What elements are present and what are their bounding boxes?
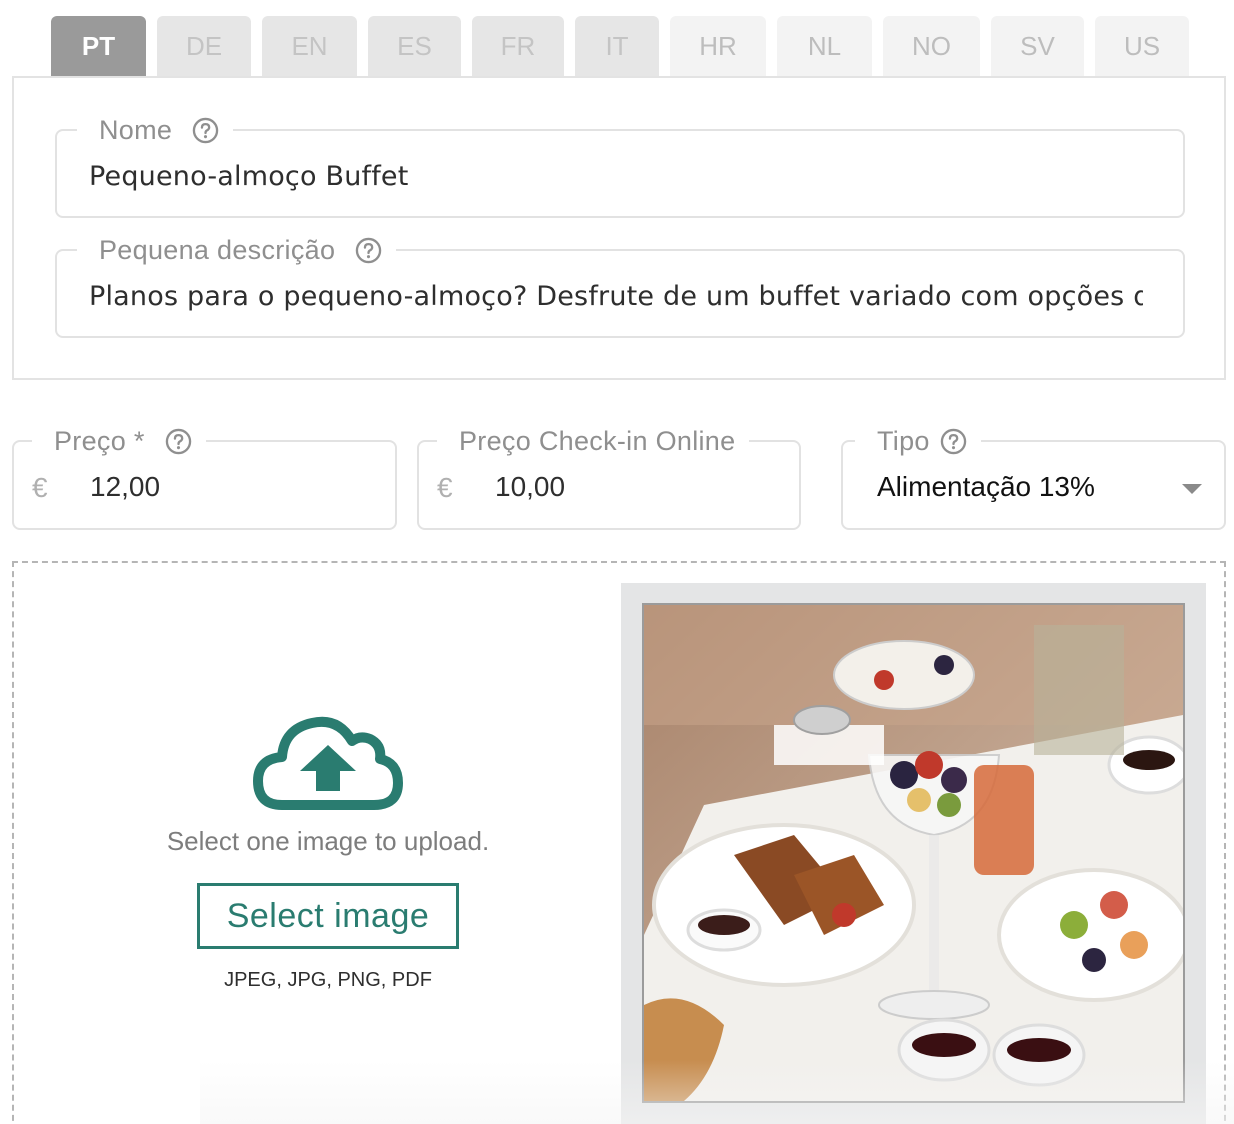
price-field[interactable]: Preço * € 12,00 [12,423,397,530]
checkin-price-label: Preço Check-in Online [437,423,750,459]
help-icon[interactable] [355,237,382,264]
tab-no[interactable]: NO [883,16,980,76]
select-image-button[interactable]: Select image [197,883,459,949]
tab-fr[interactable]: FR [472,16,564,76]
checkin-price-label-text: Preço Check-in Online [459,425,736,456]
image-upload-dropzone[interactable]: Select one image to upload. Select image… [12,561,1226,1124]
tab-sv[interactable]: SV [991,16,1084,76]
description-label-text: Pequena descrição [99,234,336,265]
price-label: Preço * [32,423,206,459]
name-field[interactable]: Nome Pequeno-almoço Buffet [55,112,1185,218]
help-icon[interactable] [192,117,219,144]
type-selected-value: Alimentação 13% [877,471,1095,502]
breakfast-photo [644,605,1183,1101]
description-label: Pequena descrição [77,232,397,268]
tab-it[interactable]: IT [575,16,659,76]
tab-label: NL [807,30,842,61]
price-label-text: Preço * [54,425,145,456]
language-tabs: PT DE EN ES FR IT HR NL NO SV US [51,16,1200,76]
name-label: Nome [77,112,234,148]
checkin-price-input[interactable]: 10,00 [495,471,565,503]
tab-label: US [1123,30,1161,61]
tab-en[interactable]: EN [262,16,357,76]
euro-icon: € [437,472,453,503]
tab-label: HR [699,30,737,61]
help-icon[interactable] [940,428,967,455]
name-label-text: Nome [99,114,173,145]
type-label-text: Tipo [877,425,930,456]
tab-label: DE [185,30,223,61]
type-select[interactable]: Tipo Alimentação 13% [841,423,1226,530]
checkin-price-field[interactable]: Preço Check-in Online € 10,00 [417,423,801,530]
tab-label: EN [291,30,328,61]
tab-label: IT [605,30,629,61]
translation-panel: Nome Pequeno-almoço Buffet Pequena descr… [12,76,1226,380]
tab-de[interactable]: DE [157,16,251,76]
type-label: Tipo [855,423,981,459]
accepted-formats: JPEG, JPG, PNG, PDF [224,969,432,991]
image-preview-frame [621,583,1206,1124]
name-input[interactable]: Pequeno-almoço Buffet [89,161,1143,192]
help-icon[interactable] [165,428,192,455]
upload-instruction: Select one image to upload. [166,826,490,856]
euro-icon: € [32,472,48,503]
tab-label: PT [81,30,116,61]
price-input[interactable]: 12,00 [90,471,160,503]
tab-es[interactable]: ES [368,16,461,76]
tab-hr[interactable]: HR [670,16,766,76]
description-field[interactable]: Pequena descrição Planos para o pequeno-… [55,232,1185,338]
description-input[interactable]: Planos para o pequeno-almoço? Desfrute d… [89,281,1143,312]
image-preview[interactable] [642,603,1185,1103]
tab-us[interactable]: US [1095,16,1189,76]
tab-label: SV [1020,30,1055,61]
tab-label: FR [500,30,536,61]
tab-nl[interactable]: NL [777,16,872,76]
tab-pt[interactable]: PT [51,16,146,76]
chevron-down-icon[interactable] [1182,484,1202,494]
tab-label: ES [397,30,432,61]
cloud-upload-icon [253,716,403,810]
tab-label: NO [912,30,951,61]
